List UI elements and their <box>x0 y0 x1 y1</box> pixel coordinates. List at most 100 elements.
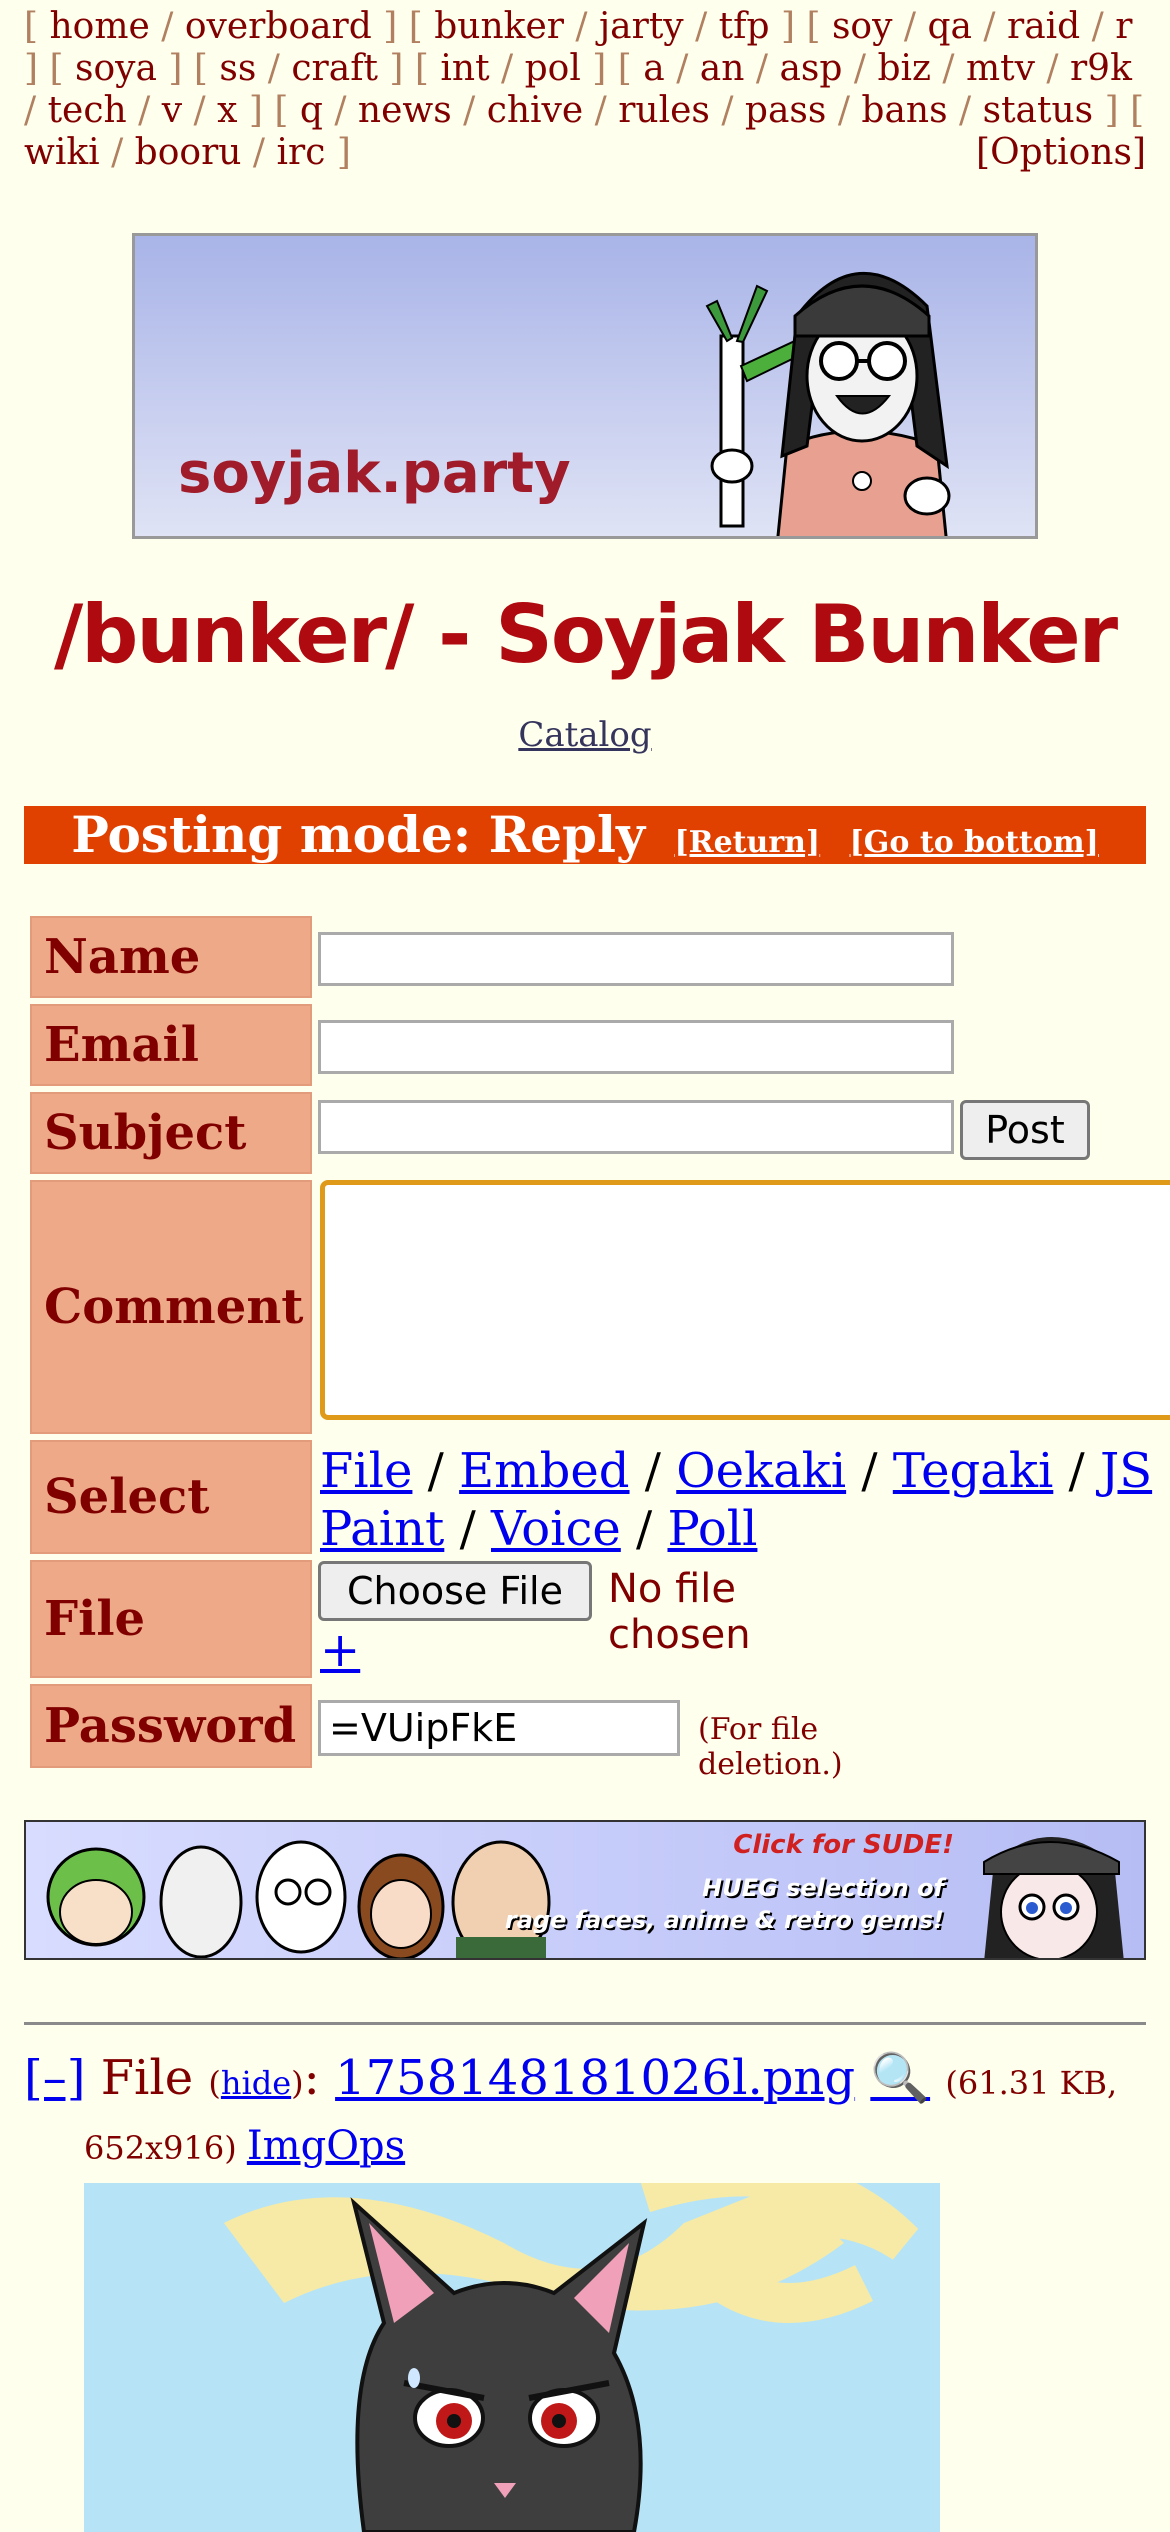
board-link-booru[interactable]: booru <box>135 132 242 173</box>
return-link[interactable]: [Return] <box>674 825 820 860</box>
bracket: [ <box>617 48 644 89</box>
board-link-an[interactable]: an <box>700 48 745 89</box>
bracket: [ <box>414 48 441 89</box>
catalog-link[interactable]: Catalog <box>518 715 651 755</box>
file-name-link[interactable]: 1758148181026l.png <box>335 2050 855 2106</box>
cat-image-illustration <box>84 2183 940 2532</box>
ad-banner[interactable]: Click for SUDE! HUEG selection of rage f… <box>24 1820 1146 1960</box>
board-title: /bunker/ - Soyjak Bunker <box>53 588 1118 681</box>
board-link-q[interactable]: q <box>300 90 323 131</box>
board-link-news[interactable]: news <box>358 90 452 131</box>
ad-line-3: rage faces, anime & retro gems! <box>504 1906 944 1934</box>
bracket: [ <box>193 48 220 89</box>
board-link-craft[interactable]: craft <box>291 48 378 89</box>
board-link-r9k[interactable]: r9k <box>1070 48 1132 89</box>
board-link-soya[interactable]: soya <box>75 48 157 89</box>
imgops-link[interactable]: ImgOps <box>247 2123 405 2169</box>
separator: / <box>583 90 619 131</box>
select-voice-link[interactable]: Voice <box>491 1501 621 1557</box>
post-file-info-line2: 652x916) ImgOps <box>84 2118 405 2176</box>
select-oekaki-link[interactable]: Oekaki <box>676 1443 846 1499</box>
ad-line-2: HUEG selection of <box>702 1874 944 1902</box>
file-word: File <box>100 2050 194 2106</box>
options-link[interactable]: [Options] <box>976 132 1146 174</box>
post-file-info: [–] File (hide): 1758148181026l.png 🔍 (6… <box>24 2050 1118 2106</box>
separator: / <box>1080 6 1116 47</box>
file-size: (61.31 KB, <box>945 2064 1118 2102</box>
board-link-pass[interactable]: pass <box>745 90 826 131</box>
no-file-chosen-text: No file chosen <box>608 1566 751 1658</box>
password-input[interactable]: =VUipFkE <box>318 1700 680 1756</box>
post-image-thumbnail[interactable] <box>84 2183 940 2532</box>
board-link-home[interactable]: home <box>50 6 150 47</box>
board-link-mtv[interactable]: mtv <box>966 48 1035 89</box>
board-link-qa[interactable]: qa <box>927 6 972 47</box>
bracket: ] <box>371 6 409 47</box>
site-banner[interactable]: soyjak.party <box>132 233 1038 539</box>
subject-input[interactable] <box>318 1100 954 1154</box>
reverse-search-icon[interactable]: 🔍 <box>870 2050 930 2106</box>
separator: / <box>99 132 135 173</box>
select-poll-link[interactable]: Poll <box>667 1501 757 1557</box>
choose-file-button[interactable]: Choose File <box>318 1561 592 1621</box>
email-input[interactable] <box>318 1020 954 1074</box>
separator: / <box>842 48 878 89</box>
ad-mascot-illustration <box>983 1837 1124 1958</box>
board-link-pol[interactable]: pol <box>525 48 581 89</box>
bracket: [ <box>1130 90 1145 131</box>
name-input[interactable] <box>318 932 954 986</box>
ad-characters-illustration <box>46 1840 551 1958</box>
board-list: [ home / overboard ] [ bunker / jarty / … <box>24 6 1146 174</box>
select-file-link[interactable]: File <box>320 1443 412 1499</box>
password-hint: (For file deletion.) <box>698 1712 843 1782</box>
board-link-bunker[interactable]: bunker <box>434 6 564 47</box>
board-link-jarty[interactable]: jarty <box>599 6 684 47</box>
bracket: ] <box>325 132 351 173</box>
board-link-raid[interactable]: raid <box>1007 6 1080 47</box>
go-to-bottom-link[interactable]: [Go to bottom] <box>850 825 1099 860</box>
separator: / <box>24 90 48 131</box>
comment-textarea[interactable] <box>320 1180 1170 1420</box>
board-link-wiki[interactable]: wiki <box>24 132 100 173</box>
separator: / <box>1034 48 1070 89</box>
select-tegaki-link[interactable]: Tegaki <box>893 1443 1053 1499</box>
separator: / <box>241 132 277 173</box>
bracket: [ <box>408 6 435 47</box>
post-button[interactable]: Post <box>960 1100 1090 1160</box>
board-link-tech[interactable]: tech <box>48 90 127 131</box>
board-link-asp[interactable]: asp <box>779 48 842 89</box>
board-link-r[interactable]: r <box>1115 6 1132 47</box>
hide-file-link[interactable]: hide <box>221 2064 291 2102</box>
collapse-post-link[interactable]: [–] <box>24 2050 85 2106</box>
bracket: [ <box>806 6 832 47</box>
separator: / <box>256 48 292 89</box>
board-link-x[interactable]: x <box>217 90 237 131</box>
board-link-irc[interactable]: irc <box>276 132 325 173</box>
add-file-plus-link[interactable]: + <box>320 1622 360 1678</box>
bracket: ] <box>377 48 415 89</box>
board-link-int[interactable]: int <box>440 48 489 89</box>
bracket: ] <box>1093 90 1131 131</box>
board-link-soy[interactable]: soy <box>832 6 893 47</box>
name-label: Name <box>30 916 312 998</box>
board-link-chive[interactable]: chive <box>487 90 584 131</box>
ad-headline: Click for SUDE! <box>733 1830 954 1860</box>
divider <box>24 2022 1146 2025</box>
board-link-bans[interactable]: bans <box>861 90 947 131</box>
select-embed-link[interactable]: Embed <box>459 1443 629 1499</box>
board-link-tfp[interactable]: tfp <box>719 6 770 47</box>
board-link-ss[interactable]: ss <box>219 48 256 89</box>
board-link-overboard[interactable]: overboard <box>185 6 372 47</box>
separator: / <box>489 48 525 89</box>
separator: / <box>182 90 218 131</box>
board-link-rules[interactable]: rules <box>618 90 710 131</box>
posting-mode-bar: Posting mode: Reply [Return] [Go to bott… <box>24 806 1146 864</box>
board-link-v[interactable]: v <box>162 90 182 131</box>
board-link-a[interactable]: a <box>643 48 664 89</box>
board-link-biz[interactable]: biz <box>877 48 931 89</box>
separator: / <box>947 90 983 131</box>
separator: / <box>664 48 700 89</box>
separator: / <box>563 6 599 47</box>
board-link-status[interactable]: status <box>983 90 1094 131</box>
comment-label: Comment <box>30 1180 312 1434</box>
